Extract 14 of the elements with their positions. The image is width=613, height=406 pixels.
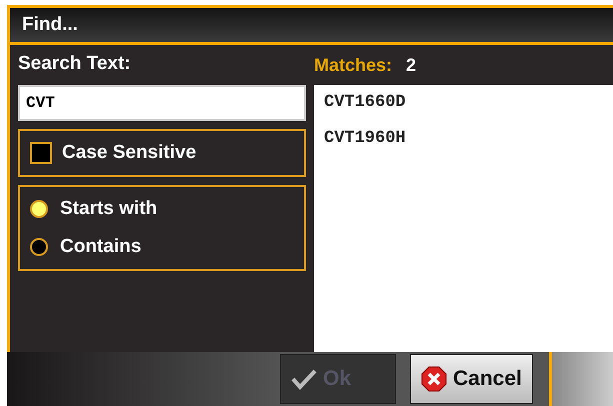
match-item[interactable]: CVT1960H	[324, 129, 603, 165]
match-mode-radio[interactable]: Starts with	[30, 198, 294, 220]
window-edge-panel	[548, 352, 613, 406]
search-field[interactable]: CVT	[18, 85, 306, 121]
cancel-button[interactable]: Cancel	[410, 354, 533, 404]
search-label: Search Text:	[18, 53, 132, 76]
match-mode-radio[interactable]: Contains	[30, 236, 294, 258]
case-sensitive-checkbox[interactable]: Case Sensitive	[18, 129, 306, 177]
match-item[interactable]: CVT1660D	[324, 93, 603, 129]
close-icon	[421, 366, 447, 392]
window-title: Find...	[7, 5, 613, 45]
matches-label: Matches:	[314, 54, 392, 76]
matches-count: 2	[406, 54, 416, 76]
checkmark-icon	[291, 368, 317, 390]
